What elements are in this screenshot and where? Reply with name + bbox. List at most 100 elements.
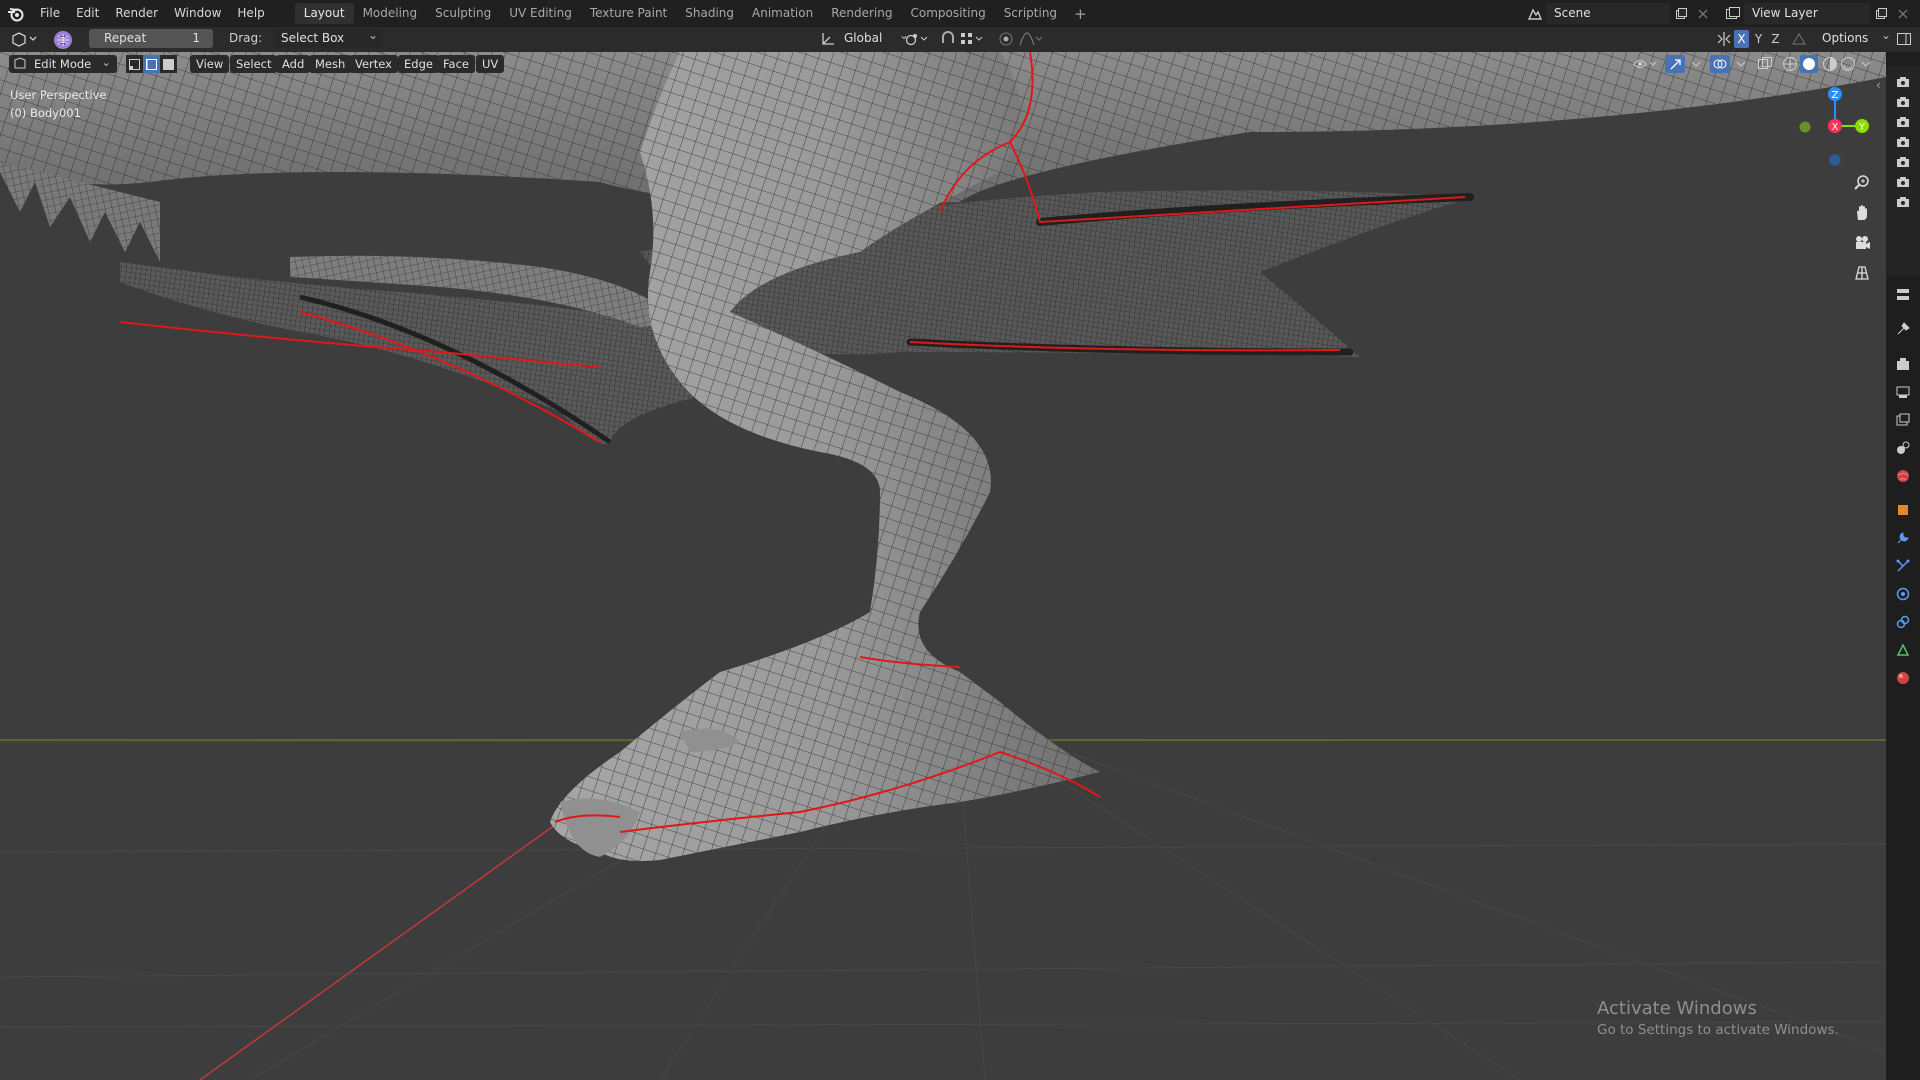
tab-compositing[interactable]: Compositing xyxy=(901,3,994,24)
menu-edge[interactable]: Edge xyxy=(398,55,439,73)
xray-toggle-icon[interactable] xyxy=(1757,56,1773,75)
tab-texture-paint[interactable]: Texture Paint xyxy=(581,3,676,24)
menu-render[interactable]: Render xyxy=(107,0,166,27)
rendered-shading-icon[interactable] xyxy=(1840,56,1856,75)
tab-rendering[interactable]: Rendering xyxy=(822,3,901,24)
tab-layout[interactable]: Layout xyxy=(294,3,354,24)
mirror-z-toggle[interactable]: Z xyxy=(1768,30,1783,48)
repeat-button[interactable]: Repeat 1 xyxy=(89,29,213,48)
add-workspace-button[interactable]: + xyxy=(1066,5,1095,23)
render-visibility-icon-4[interactable] xyxy=(1890,134,1916,150)
modifier-properties-icon[interactable] xyxy=(1890,527,1916,549)
gizmo-neg-y-axis[interactable] xyxy=(1799,121,1811,133)
menu-vertex[interactable]: Vertex xyxy=(349,55,398,73)
render-visibility-icon-5[interactable] xyxy=(1890,154,1916,170)
menu-file[interactable]: File xyxy=(32,0,68,27)
gizmos-toggle-icon[interactable] xyxy=(1665,55,1685,73)
blender-logo-icon[interactable] xyxy=(0,0,32,27)
scene-icon[interactable] xyxy=(1524,3,1546,24)
sidebar-toggle-icon[interactable] xyxy=(1896,31,1912,50)
overlays-dropdown-icon[interactable] xyxy=(1735,55,1747,76)
material-shading-icon[interactable] xyxy=(1822,56,1838,75)
editor-type-icon[interactable] xyxy=(10,31,38,50)
scene-name-field[interactable]: Scene xyxy=(1546,3,1670,24)
menu-mesh[interactable]: Mesh xyxy=(309,55,352,73)
physics-properties-icon[interactable] xyxy=(1890,583,1916,605)
proportional-editing-icon[interactable] xyxy=(998,31,1014,50)
drag-select-dropdown[interactable]: Select Box xyxy=(273,26,383,48)
render-visibility-icon-2[interactable] xyxy=(1890,94,1916,110)
remove-scene-icon[interactable] xyxy=(1692,3,1714,24)
particles-properties-icon[interactable] xyxy=(1890,555,1916,577)
zoom-icon[interactable] xyxy=(1849,170,1875,196)
object-properties-icon[interactable] xyxy=(1890,499,1916,521)
gizmos-dropdown-icon[interactable] xyxy=(1690,55,1702,76)
world-properties-icon[interactable] xyxy=(1890,465,1916,487)
render-visibility-icon-1[interactable] xyxy=(1890,74,1916,90)
tab-sculpting[interactable]: Sculpting xyxy=(426,3,500,24)
menu-help[interactable]: Help xyxy=(229,0,272,27)
menu-select[interactable]: Select xyxy=(230,55,278,73)
navigation-gizmo[interactable]: Z X Y xyxy=(1799,87,1870,166)
constraint-properties-icon[interactable] xyxy=(1890,611,1916,633)
edge-select-mode-icon[interactable] xyxy=(143,55,160,73)
view-layer-properties-icon[interactable] xyxy=(1890,409,1916,431)
camera-view-icon[interactable] xyxy=(1849,230,1875,256)
menu-add[interactable]: Add xyxy=(276,55,311,73)
new-scene-icon[interactable] xyxy=(1670,3,1692,24)
tab-modeling[interactable]: Modeling xyxy=(354,3,427,24)
remove-view-layer-icon[interactable] xyxy=(1892,3,1914,24)
wireframe-shading-icon[interactable] xyxy=(1782,56,1798,75)
mirror-y-toggle[interactable]: Y xyxy=(1751,30,1766,48)
falloff-icon[interactable] xyxy=(1018,31,1044,50)
render-visibility-icon-7[interactable] xyxy=(1890,194,1916,210)
menu-edit[interactable]: Edit xyxy=(68,0,107,27)
view-layer-icon[interactable] xyxy=(1722,3,1744,24)
tab-scripting[interactable]: Scripting xyxy=(995,3,1066,24)
menu-view[interactable]: View xyxy=(190,55,230,73)
tool-properties-icon[interactable] xyxy=(1890,318,1916,340)
data-properties-icon[interactable] xyxy=(1890,639,1916,661)
y-axis-line xyxy=(199,793,599,1080)
topology-mirror-icon[interactable] xyxy=(1791,31,1807,50)
overlays-toggle-icon[interactable] xyxy=(1710,55,1730,73)
collapse-arrow-icon[interactable]: ‹ xyxy=(1876,78,1881,92)
tab-uv-editing[interactable]: UV Editing xyxy=(500,3,581,24)
watermark-title: Activate Windows xyxy=(1597,998,1757,1019)
mirror-x-toggle[interactable]: X xyxy=(1734,30,1749,48)
menu-uv[interactable]: UV xyxy=(476,55,505,73)
properties-editor-icon[interactable] xyxy=(1890,284,1916,306)
shading-dropdown-icon[interactable] xyxy=(1860,55,1872,76)
options-dropdown[interactable]: Options xyxy=(1814,26,1896,48)
menu-face[interactable]: Face xyxy=(437,55,476,73)
vertex-select-mode-icon[interactable] xyxy=(126,55,143,73)
gizmo-neg-z-axis[interactable] xyxy=(1829,154,1841,166)
solid-shading-icon[interactable] xyxy=(1800,55,1818,73)
render-visibility-icon-6[interactable] xyxy=(1890,174,1916,190)
new-view-layer-icon[interactable] xyxy=(1870,3,1892,24)
3d-viewport[interactable]: Z X Y Edit Mode ⌄ View Select Add Mesh V… xyxy=(0,52,1886,1080)
tab-animation[interactable]: Animation xyxy=(743,3,822,24)
output-properties-icon[interactable] xyxy=(1890,381,1916,403)
face-select-mode-icon[interactable] xyxy=(160,55,177,73)
material-properties-icon[interactable] xyxy=(1890,667,1916,689)
render-visibility-icon-3[interactable] xyxy=(1890,114,1916,130)
snap-target-icon[interactable] xyxy=(959,31,985,50)
tab-shading[interactable]: Shading xyxy=(676,3,743,24)
orientation-dropdown[interactable]: Global xyxy=(836,26,914,48)
menu-window[interactable]: Window xyxy=(166,0,229,27)
pivot-point-icon[interactable] xyxy=(904,31,930,50)
visibility-icon[interactable] xyxy=(1632,55,1658,76)
mirror-options-icon[interactable] xyxy=(1716,31,1732,50)
mode-selector[interactable]: Edit Mode ⌄ xyxy=(9,55,117,73)
snap-icon[interactable] xyxy=(940,31,956,50)
active-tool-icon[interactable] xyxy=(53,30,73,53)
render-properties-icon[interactable] xyxy=(1890,353,1916,375)
scene-properties-icon[interactable] xyxy=(1890,437,1916,459)
pan-hand-icon[interactable] xyxy=(1849,200,1875,226)
transform-orientation-icon xyxy=(820,31,836,50)
scene-selector: Scene xyxy=(1524,3,1714,24)
view-layer-name-field[interactable]: View Layer xyxy=(1744,3,1870,24)
ortho-toggle-icon[interactable] xyxy=(1849,260,1875,286)
viewport-canvas[interactable]: Z X Y xyxy=(0,52,1886,1080)
